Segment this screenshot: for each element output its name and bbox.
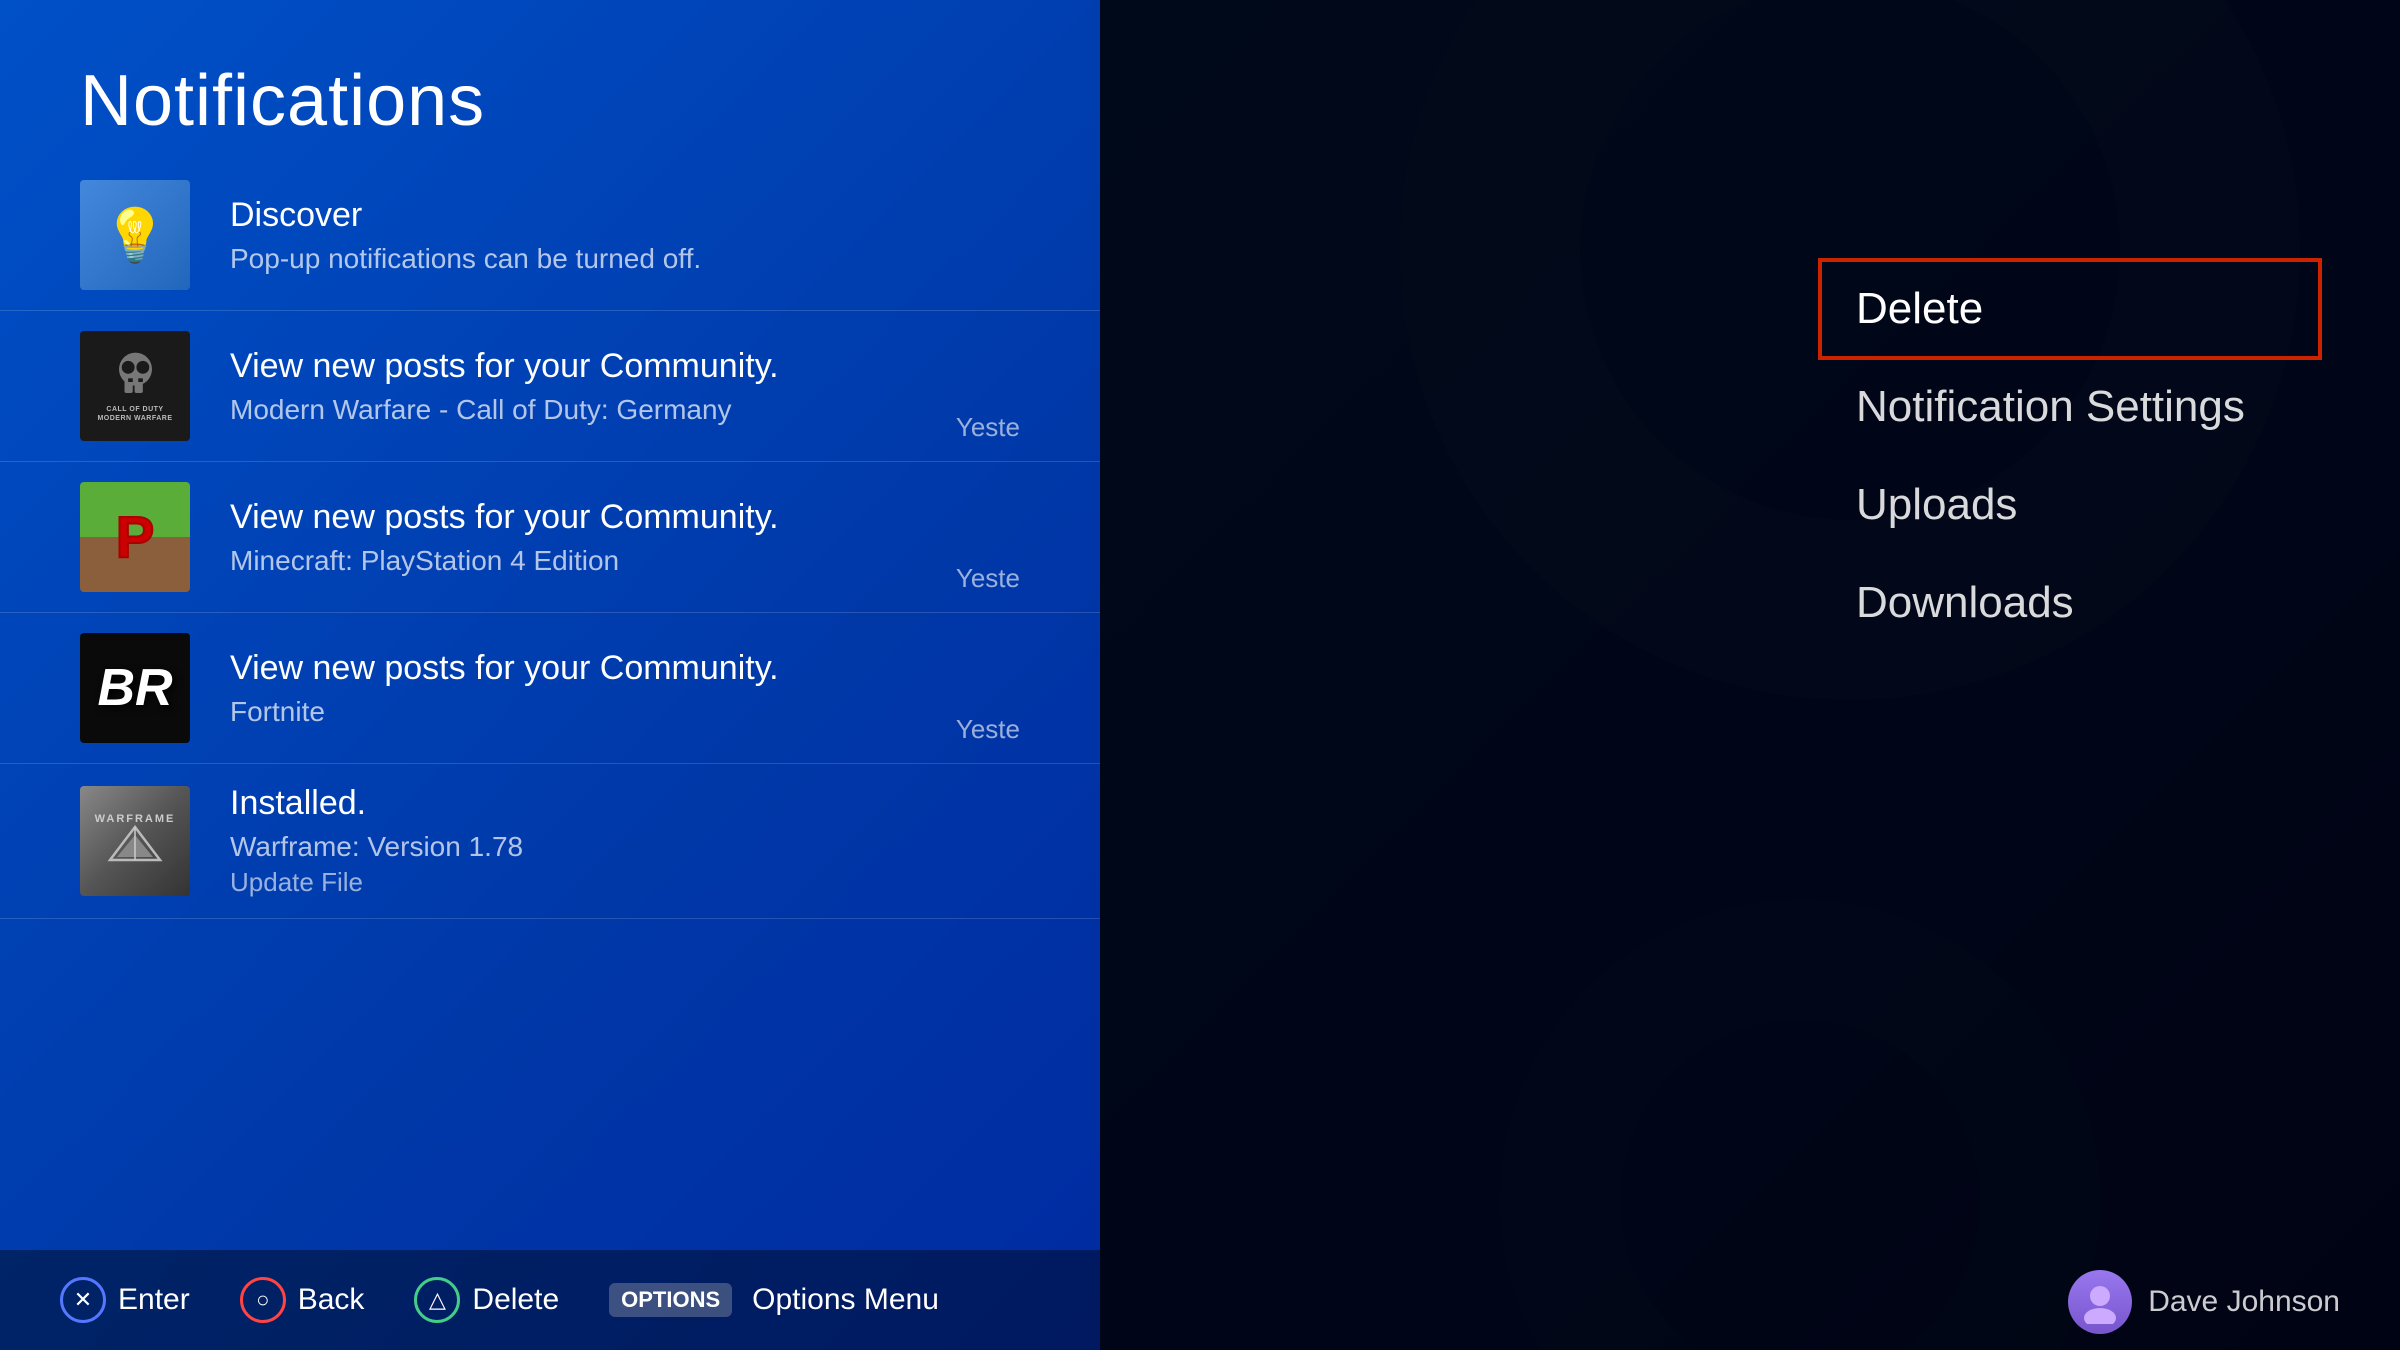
context-menu-notification-settings[interactable]: Notification Settings xyxy=(1820,358,2320,456)
notif-subtitle: Fortnite xyxy=(230,696,1020,728)
notif-title: View new posts for your Community. xyxy=(230,649,1020,688)
user-name: Dave Johnson xyxy=(2148,1285,2340,1319)
notif-title: Installed. xyxy=(230,784,1020,823)
circle-button-icon: ○ xyxy=(240,1277,286,1323)
page-title: Notifications xyxy=(80,60,485,142)
notif-icon-cod: CALL OF DUTYMODERN WARFARE xyxy=(80,331,190,441)
cod-icon-inner: CALL OF DUTYMODERN WARFARE xyxy=(80,331,190,441)
list-item[interactable]: P View new posts for your Community. Min… xyxy=(0,462,1100,613)
notif-icon-discover: 💡 xyxy=(80,180,190,290)
circle-symbol: ○ xyxy=(256,1287,269,1313)
list-item[interactable]: 💡 Discover Pop-up notifications can be t… xyxy=(0,160,1100,311)
context-menu-uploads[interactable]: Uploads xyxy=(1820,456,2320,554)
list-item[interactable]: BR View new posts for your Community. Fo… xyxy=(0,613,1100,764)
notif-content: View new posts for your Community. Minec… xyxy=(230,498,1020,577)
notif-extra: Update File xyxy=(230,867,1020,898)
user-avatar-icon xyxy=(2078,1280,2122,1324)
minecraft-icon-inner: P xyxy=(80,482,190,592)
fortnite-icon-inner: BR xyxy=(80,633,190,743)
cod-label: CALL OF DUTYMODERN WARFARE xyxy=(97,406,172,423)
bottom-bar: ✕ Enter ○ Back △ Delete OPTIONS Options … xyxy=(0,1250,1100,1350)
x-symbol: ✕ xyxy=(74,1287,92,1313)
user-avatar-inner xyxy=(2068,1270,2132,1334)
user-avatar xyxy=(2068,1270,2132,1334)
options-button-icon: OPTIONS xyxy=(609,1283,732,1317)
list-item[interactable]: WARFRAME Installed. Warframe: Version 1.… xyxy=(0,764,1100,919)
notif-subtitle: Pop-up notifications can be turned off. xyxy=(230,243,1020,275)
warframe-text: WARFRAME xyxy=(95,813,176,825)
x-button-icon: ✕ xyxy=(60,1277,106,1323)
control-delete: △ Delete xyxy=(414,1277,559,1323)
user-info: Dave Johnson xyxy=(2068,1270,2340,1334)
playstation-logo-icon: P xyxy=(116,504,155,571)
context-menu-delete[interactable]: Delete xyxy=(1820,260,2320,358)
enter-label: Enter xyxy=(118,1283,190,1317)
warframe-logo: WARFRAME xyxy=(95,813,176,870)
br-text-icon: BR xyxy=(97,658,172,718)
control-options: OPTIONS Options Menu xyxy=(609,1283,939,1317)
notif-time: Yeste xyxy=(956,563,1020,594)
notif-content: Discover Pop-up notifications can be tur… xyxy=(230,196,1020,275)
triangle-button-icon: △ xyxy=(414,1277,460,1323)
right-panel: Delete Notification Settings Uploads Dow… xyxy=(1100,0,2400,1350)
list-item[interactable]: CALL OF DUTYMODERN WARFARE View new post… xyxy=(0,311,1100,462)
notif-subtitle: Warframe: Version 1.78 xyxy=(230,831,1020,863)
cod-skull-icon xyxy=(108,349,163,404)
notif-content: View new posts for your Community. Fortn… xyxy=(230,649,1020,728)
triangle-symbol: △ xyxy=(429,1287,446,1313)
context-menu: Delete Notification Settings Uploads Dow… xyxy=(1820,260,2320,652)
control-enter: ✕ Enter xyxy=(60,1277,190,1323)
back-label: Back xyxy=(298,1283,365,1317)
notif-subtitle: Modern Warfare - Call of Duty: Germany xyxy=(230,394,1020,426)
lightbulb-icon: 💡 xyxy=(103,205,168,266)
notif-time: Yeste xyxy=(956,412,1020,443)
warframe-helmet-icon xyxy=(105,825,165,865)
notif-subtitle: Minecraft: PlayStation 4 Edition xyxy=(230,545,1020,577)
notif-icon-minecraft: P xyxy=(80,482,190,592)
notif-title: View new posts for your Community. xyxy=(230,498,1020,537)
notif-title: View new posts for your Community. xyxy=(230,347,1020,386)
main-panel: Notifications 💡 Discover Pop-up notifica… xyxy=(0,0,1100,1350)
notif-icon-warframe: WARFRAME xyxy=(80,786,190,896)
notif-content: Installed. Warframe: Version 1.78 Update… xyxy=(230,784,1020,898)
context-menu-downloads[interactable]: Downloads xyxy=(1820,554,2320,652)
notif-icon-fortnite: BR xyxy=(80,633,190,743)
control-back: ○ Back xyxy=(240,1277,365,1323)
notification-list: 💡 Discover Pop-up notifications can be t… xyxy=(0,160,1100,1230)
notif-content: View new posts for your Community. Moder… xyxy=(230,347,1020,426)
notif-title: Discover xyxy=(230,196,1020,235)
delete-label: Delete xyxy=(472,1283,559,1317)
warframe-icon-inner: WARFRAME xyxy=(80,786,190,896)
notif-time: Yeste xyxy=(956,714,1020,745)
options-label: Options Menu xyxy=(752,1283,939,1317)
